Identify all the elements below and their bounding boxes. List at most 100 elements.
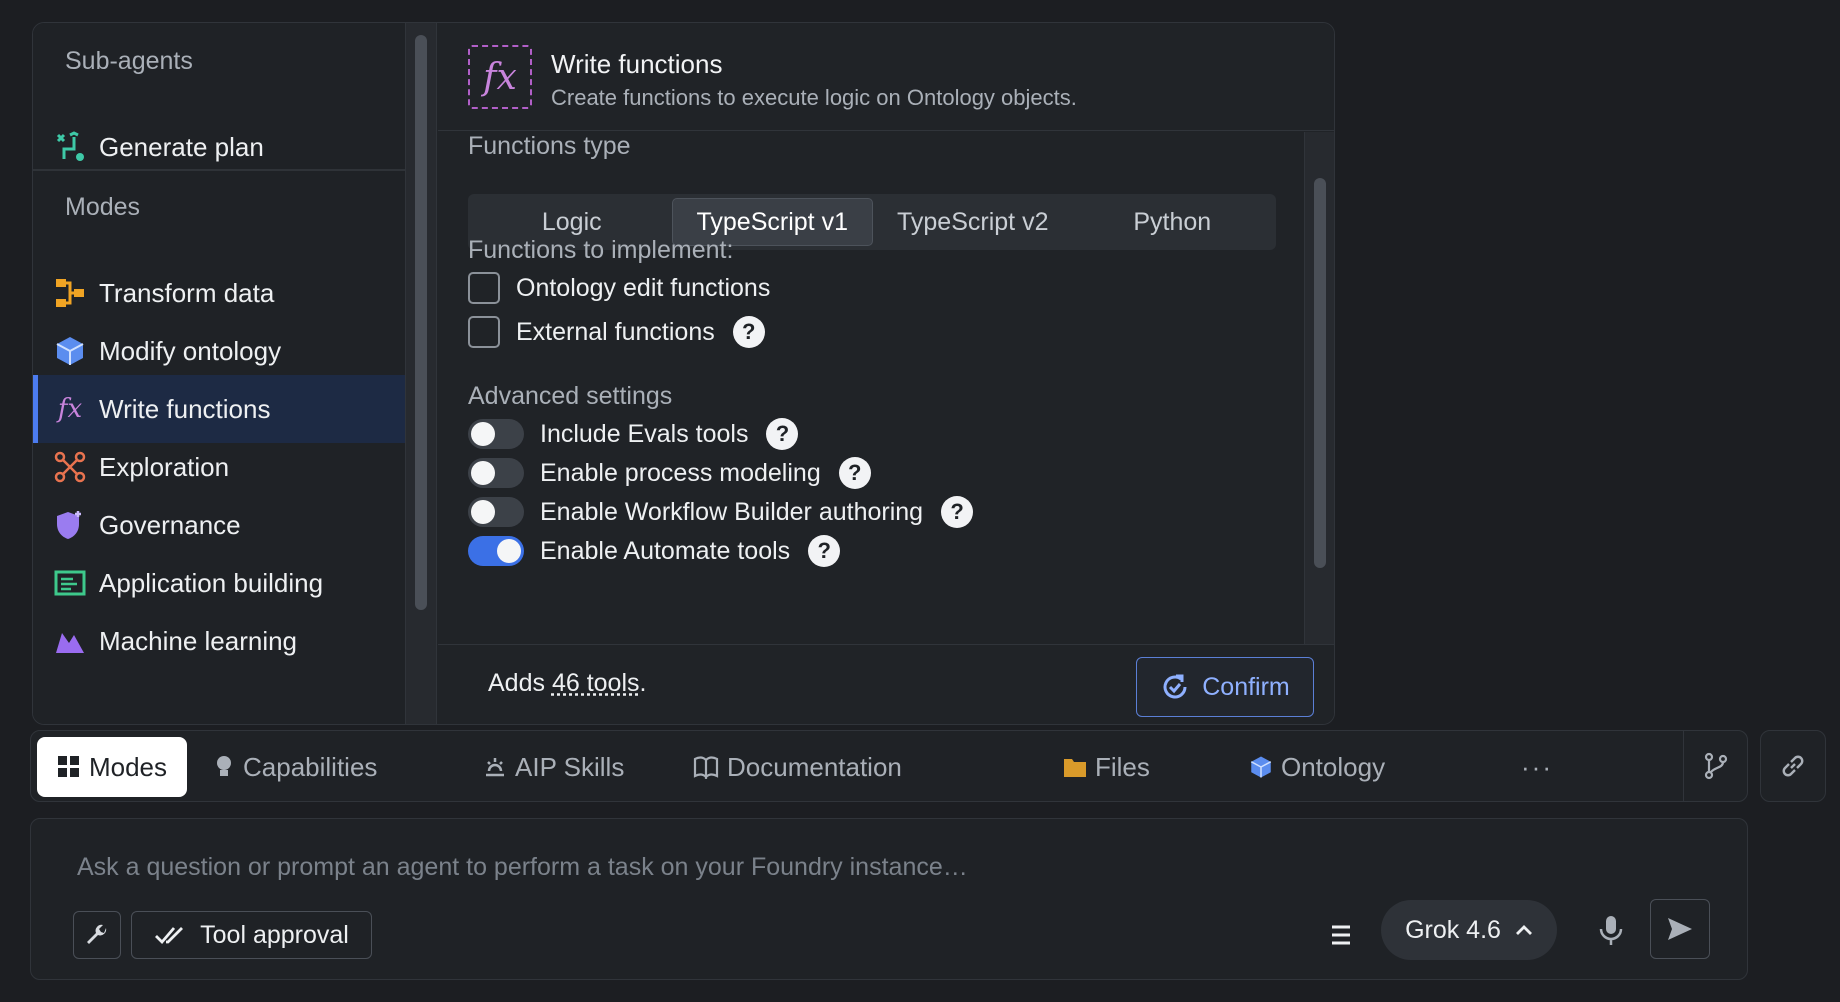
subagents-heading: Sub-agents	[65, 47, 193, 75]
details-footer: Adds 46 tools. Confirm	[438, 644, 1334, 724]
tab-capabilities[interactable]: Capabilities	[201, 737, 389, 797]
toggle-label: Enable Automate tools	[540, 536, 791, 565]
send-icon	[1668, 918, 1692, 940]
external-functions-checkbox[interactable]	[468, 316, 500, 348]
send-button[interactable]	[1650, 899, 1710, 959]
workflow-builder-toggle[interactable]	[468, 497, 524, 527]
list-icon	[1332, 925, 1350, 945]
app-stage: Sub-agents Generate plan Modes Transform…	[0, 0, 1840, 1002]
automate-tools-toggle[interactable]	[468, 536, 524, 566]
microphone-icon	[1599, 916, 1623, 945]
modes-heading: Modes	[65, 193, 141, 221]
confirm-button[interactable]: Confirm	[1136, 657, 1314, 717]
prompt-input[interactable]: Ask a question or prompt an agent to per…	[77, 853, 968, 882]
help-icon[interactable]: ?	[941, 496, 974, 528]
mode-label: Modify ontology	[99, 335, 282, 366]
ontology-edit-checkbox[interactable]	[468, 272, 500, 304]
chevron-up-icon	[1515, 925, 1532, 935]
tab-files[interactable]: Files	[1051, 737, 1162, 797]
book-icon	[693, 755, 719, 779]
setting-workflow-builder: Enable Workflow Builder authoring ?	[468, 496, 974, 528]
toggle-label: Include Evals tools	[540, 419, 749, 448]
help-icon[interactable]: ?	[732, 316, 765, 348]
link-icon	[1782, 755, 1804, 777]
details-title: Write functions	[551, 49, 723, 79]
type-option-typescript-v2[interactable]: TypeScript v2	[873, 198, 1073, 246]
microphone-button[interactable]	[1591, 907, 1631, 955]
shield-icon	[53, 508, 87, 542]
functions-type-label: Functions type	[468, 132, 631, 160]
details-header: fx Write functions Create functions to e…	[438, 23, 1334, 131]
scrollbar-thumb[interactable]	[415, 35, 427, 610]
cube-icon	[53, 334, 87, 368]
adds-suffix: .	[639, 669, 647, 697]
type-option-python[interactable]: Python	[1073, 198, 1273, 246]
tab-label: AIP Skills	[515, 751, 625, 782]
checkbox-label: Ontology edit functions	[516, 273, 771, 302]
tool-approval-button[interactable]: Tool approval	[131, 911, 372, 959]
mode-label: Exploration	[99, 451, 230, 482]
toggle-label: Enable process modeling	[540, 458, 821, 487]
setting-process-modeling: Enable process modeling ?	[468, 457, 871, 489]
help-icon[interactable]: ?	[808, 535, 841, 567]
tab-label: Capabilities	[243, 751, 378, 782]
lightbulb-icon	[213, 754, 235, 780]
implement-label: Functions to implement:	[468, 236, 734, 264]
mode-label: Machine learning	[99, 625, 298, 656]
scrollbar-thumb[interactable]	[1314, 178, 1326, 568]
prompt-box[interactable]: Ask a question or prompt an agent to per…	[30, 818, 1748, 980]
tools-button[interactable]	[73, 911, 121, 959]
toggle-label: Enable Workflow Builder authoring	[540, 497, 924, 526]
tab-aip-skills[interactable]: AIP Skills	[471, 737, 636, 797]
mode-list-scrollbar[interactable]	[405, 23, 437, 724]
tab-label: Ontology	[1281, 751, 1386, 782]
folder-icon	[1063, 756, 1087, 778]
link-button[interactable]	[1760, 730, 1826, 802]
adds-prefix: Adds	[488, 669, 552, 697]
mode-list: Sub-agents Generate plan Modes Transform…	[33, 23, 405, 724]
tools-count[interactable]: 46 tools	[552, 669, 640, 697]
process-modeling-toggle[interactable]	[468, 458, 524, 488]
refresh-check-icon	[1163, 674, 1187, 699]
mode-popover: Sub-agents Generate plan Modes Transform…	[32, 22, 1335, 725]
help-icon[interactable]: ?	[838, 457, 871, 489]
confirm-label: Confirm	[1202, 672, 1290, 701]
fx-icon: fx	[468, 45, 532, 109]
toggle-knob	[471, 422, 495, 446]
advanced-settings-label: Advanced settings	[468, 382, 673, 410]
double-check-icon	[155, 927, 184, 945]
include-evals-toggle[interactable]	[468, 419, 524, 449]
mode-label: Write functions	[99, 393, 271, 424]
section-divider	[33, 169, 405, 171]
implement-option-external: External functions ?	[468, 316, 765, 348]
tool-approval-label: Tool approval	[200, 920, 349, 949]
branch-icon	[1704, 752, 1727, 780]
help-icon[interactable]: ?	[766, 418, 799, 450]
details-subtitle: Create functions to execute logic on Ont…	[551, 85, 1077, 110]
mode-item-machine-learning[interactable]: Machine learning	[33, 607, 405, 675]
setting-automate-tools: Enable Automate tools ?	[468, 535, 841, 567]
tab-documentation[interactable]: Documentation	[681, 737, 914, 797]
tab-label: Modes	[88, 751, 168, 782]
plan-icon	[53, 130, 87, 164]
more-tabs-button[interactable]: ···	[1509, 737, 1565, 797]
branch-button[interactable]	[1683, 731, 1747, 801]
ml-icon	[53, 624, 87, 658]
tab-label: Files	[1095, 751, 1150, 782]
tab-label: Documentation	[727, 751, 902, 782]
details-scrollbar[interactable]	[1304, 132, 1334, 644]
transform-icon	[53, 276, 87, 310]
model-label: Grok 4.6	[1405, 915, 1501, 944]
exploration-icon	[53, 450, 87, 484]
tab-modes[interactable]: Modes	[37, 737, 187, 797]
mode-details: fx Write functions Create functions to e…	[438, 23, 1334, 724]
tab-ontology[interactable]: Ontology	[1237, 737, 1397, 797]
app-icon	[53, 566, 87, 600]
wrench-icon	[87, 924, 107, 944]
list-button[interactable]	[1321, 911, 1361, 959]
implement-option-ontology-edit: Ontology edit functions	[468, 272, 770, 304]
setting-include-evals: Include Evals tools ?	[468, 418, 799, 450]
tools-count-text: Adds 46 tools.	[488, 669, 646, 698]
model-selector[interactable]: Grok 4.6	[1381, 900, 1557, 960]
toggle-knob	[471, 461, 495, 485]
